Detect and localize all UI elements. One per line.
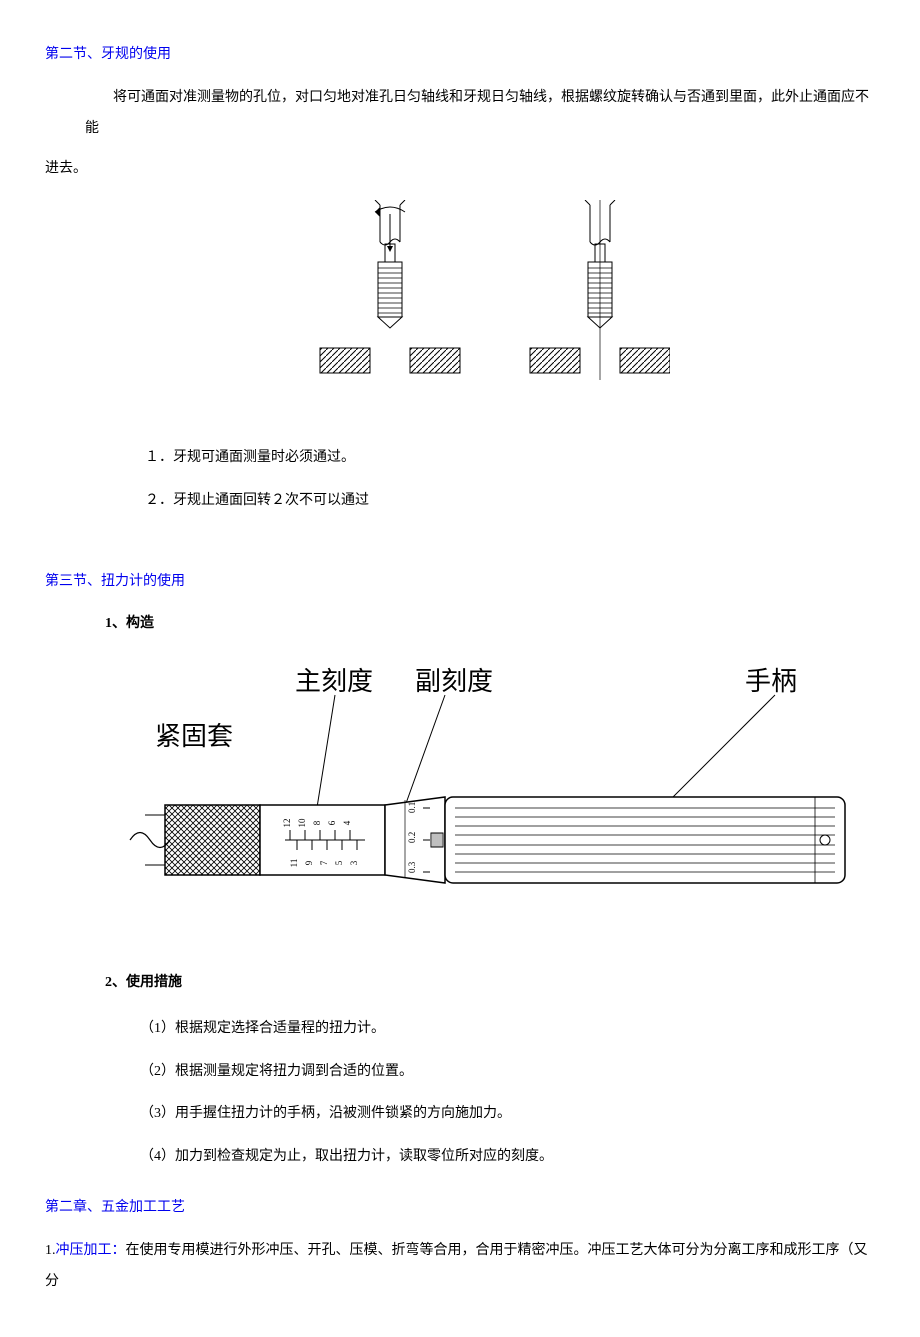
svg-text:0.1: 0.1: [407, 802, 417, 813]
svg-text:0.3: 0.3: [407, 861, 417, 873]
section-3-structure-heading: 1、构造: [105, 609, 875, 640]
svg-text:12: 12: [282, 819, 292, 828]
usage-step-2: （2）根据测量规定将扭力调到合适的位置。: [140, 1057, 875, 1088]
item-1-number: 1.: [45, 1243, 56, 1258]
svg-text:0.2: 0.2: [407, 832, 417, 843]
chapter-2-title: 第二章、五金加工工艺: [45, 1193, 875, 1224]
svg-text:5: 5: [334, 860, 344, 865]
svg-text:11: 11: [289, 859, 299, 868]
section-2-item-2: ２．牙规止通面回转２次不可以通过: [145, 486, 875, 517]
section-3-usage-heading: 2、使用措施: [105, 968, 875, 999]
label-fastener: 紧固套: [155, 722, 233, 751]
usage-step-3: （3）用手握住扭力计的手柄，沿被测件锁紧的方向施加力。: [140, 1099, 875, 1130]
usage-step-1: （1）根据规定选择合适量程的扭力计。: [140, 1014, 875, 1045]
section-3-title: 第三节、扭力计的使用: [45, 567, 875, 598]
section-2-title: 第二节、牙规的使用: [45, 40, 875, 71]
label-main-scale: 主刻度: [295, 667, 373, 696]
torque-wrench-diagram: 紧固套 主刻度 副刻度 手柄: [85, 665, 875, 938]
label-sub-scale: 副刻度: [415, 667, 493, 696]
section-2-intro-2: 进去。: [45, 154, 875, 185]
label-handle: 手柄: [745, 667, 797, 696]
svg-text:10: 10: [297, 818, 307, 828]
svg-text:4: 4: [342, 820, 352, 825]
svg-text:7: 7: [319, 860, 329, 865]
svg-text:8: 8: [312, 820, 322, 825]
item-1-term: 冲压加工：: [56, 1243, 126, 1258]
usage-step-4: （4）加力到检查规定为止，取出扭力计，读取零位所对应的刻度。: [140, 1142, 875, 1173]
chapter-2-item-1: 1.冲压加工：在使用专用模进行外形冲压、开孔、压模、折弯等合用，合用于精密冲压。…: [45, 1236, 875, 1298]
section-2-item-1: １．牙规可通面测量时必须通过。: [145, 443, 875, 474]
thread-gauge-diagram: [45, 200, 875, 413]
item-1-body: 在使用专用模进行外形冲压、开孔、压模、折弯等合用，合用于精密冲压。冲压工艺大体可…: [45, 1243, 868, 1289]
svg-text:9: 9: [304, 860, 314, 865]
svg-text:6: 6: [327, 820, 337, 825]
svg-text:3: 3: [349, 860, 359, 865]
section-2-intro-1: 将可通面对准测量物的孔位，对口匀地对准孔日匀轴线和牙规日匀轴线，根据螺纹旋转确认…: [85, 83, 875, 145]
